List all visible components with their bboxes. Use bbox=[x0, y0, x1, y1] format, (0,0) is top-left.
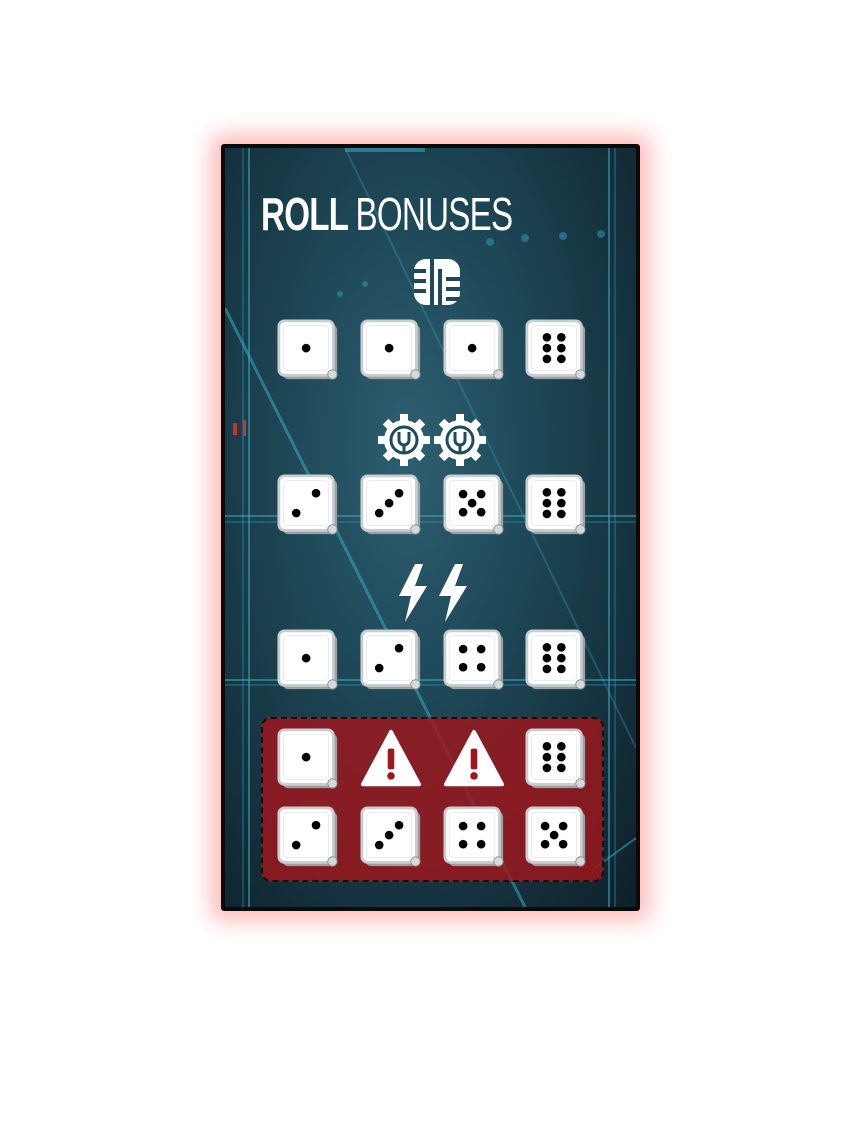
die-pip bbox=[549, 830, 559, 840]
die-pip bbox=[557, 509, 566, 519]
gear-wrench-icon bbox=[434, 414, 486, 466]
data-chip-icon bbox=[414, 259, 460, 305]
die-pip bbox=[476, 644, 486, 654]
die-six-icon bbox=[525, 319, 586, 380]
die-pip bbox=[540, 821, 550, 831]
die-pip bbox=[540, 839, 550, 849]
die-six-icon bbox=[525, 629, 586, 690]
die-pip bbox=[311, 488, 321, 498]
die-pip bbox=[458, 507, 468, 517]
title-bold: ROLL bbox=[261, 188, 349, 240]
die-pip bbox=[301, 752, 311, 762]
roll-bonuses-card: ROLL BONUSES bbox=[221, 144, 640, 911]
die-pip bbox=[467, 343, 477, 353]
die-six-icon bbox=[525, 728, 586, 789]
die-pip bbox=[291, 508, 301, 518]
die-pip bbox=[458, 662, 468, 672]
die-two-icon bbox=[277, 474, 338, 535]
die-five-icon bbox=[443, 474, 504, 535]
die-pip bbox=[301, 653, 311, 663]
die-three-icon bbox=[360, 806, 421, 867]
die-pip bbox=[291, 840, 301, 850]
die-pip bbox=[394, 643, 404, 653]
die-pip bbox=[542, 653, 552, 663]
die-pip bbox=[476, 489, 486, 499]
die-pip bbox=[467, 498, 477, 508]
die-pip bbox=[558, 821, 568, 831]
die-pip bbox=[542, 498, 552, 508]
die-pip bbox=[301, 343, 311, 353]
die-pip bbox=[542, 332, 552, 342]
die-one-icon bbox=[277, 728, 338, 789]
card-title: ROLL BONUSES bbox=[261, 188, 513, 240]
die-pip bbox=[384, 830, 394, 840]
die-six-icon bbox=[525, 474, 586, 535]
die-pip bbox=[542, 763, 552, 773]
die-pip bbox=[542, 664, 552, 674]
die-pip bbox=[542, 354, 552, 364]
die-pip bbox=[458, 644, 468, 654]
die-pip bbox=[557, 664, 566, 674]
die-two-icon bbox=[277, 806, 338, 867]
die-one-icon bbox=[443, 319, 504, 380]
die-pip bbox=[374, 508, 384, 518]
die-pip bbox=[557, 487, 566, 497]
lightning-icon bbox=[399, 564, 427, 622]
die-pip bbox=[557, 763, 566, 773]
die-pip bbox=[542, 509, 552, 519]
die-pip bbox=[374, 840, 384, 850]
gear-wrench-icon bbox=[378, 414, 430, 466]
die-one-icon bbox=[277, 629, 338, 690]
die-four-icon bbox=[443, 629, 504, 690]
die-pip bbox=[557, 498, 566, 508]
die-pip bbox=[394, 488, 404, 498]
die-pip bbox=[384, 343, 394, 353]
die-two-icon bbox=[360, 629, 421, 690]
die-pip bbox=[476, 662, 486, 672]
warning-icon bbox=[443, 729, 505, 787]
die-four-icon bbox=[443, 806, 504, 867]
die-pip bbox=[542, 343, 552, 353]
die-pip bbox=[542, 487, 552, 497]
die-pip bbox=[476, 839, 486, 849]
die-one-icon bbox=[277, 319, 338, 380]
die-one-icon bbox=[360, 319, 421, 380]
warning-icon bbox=[360, 729, 422, 787]
die-pip bbox=[557, 653, 566, 663]
die-pip bbox=[557, 354, 566, 364]
die-pip bbox=[542, 642, 552, 652]
die-pip bbox=[557, 752, 566, 762]
title-light: BONUSES bbox=[355, 188, 513, 240]
die-pip bbox=[458, 821, 468, 831]
die-five-icon bbox=[525, 806, 586, 867]
die-pip bbox=[394, 820, 404, 830]
die-pip bbox=[542, 741, 552, 751]
lightning-icon bbox=[439, 564, 467, 622]
die-pip bbox=[476, 507, 486, 517]
die-pip bbox=[311, 820, 321, 830]
die-pip bbox=[542, 752, 552, 762]
die-pip bbox=[384, 498, 394, 508]
die-pip bbox=[558, 839, 568, 849]
die-pip bbox=[374, 663, 384, 673]
die-pip bbox=[458, 489, 468, 499]
die-pip bbox=[476, 821, 486, 831]
die-pip bbox=[458, 839, 468, 849]
die-pip bbox=[557, 332, 566, 342]
die-three-icon bbox=[360, 474, 421, 535]
die-pip bbox=[557, 343, 566, 353]
die-pip bbox=[557, 741, 566, 751]
die-pip bbox=[557, 642, 566, 652]
